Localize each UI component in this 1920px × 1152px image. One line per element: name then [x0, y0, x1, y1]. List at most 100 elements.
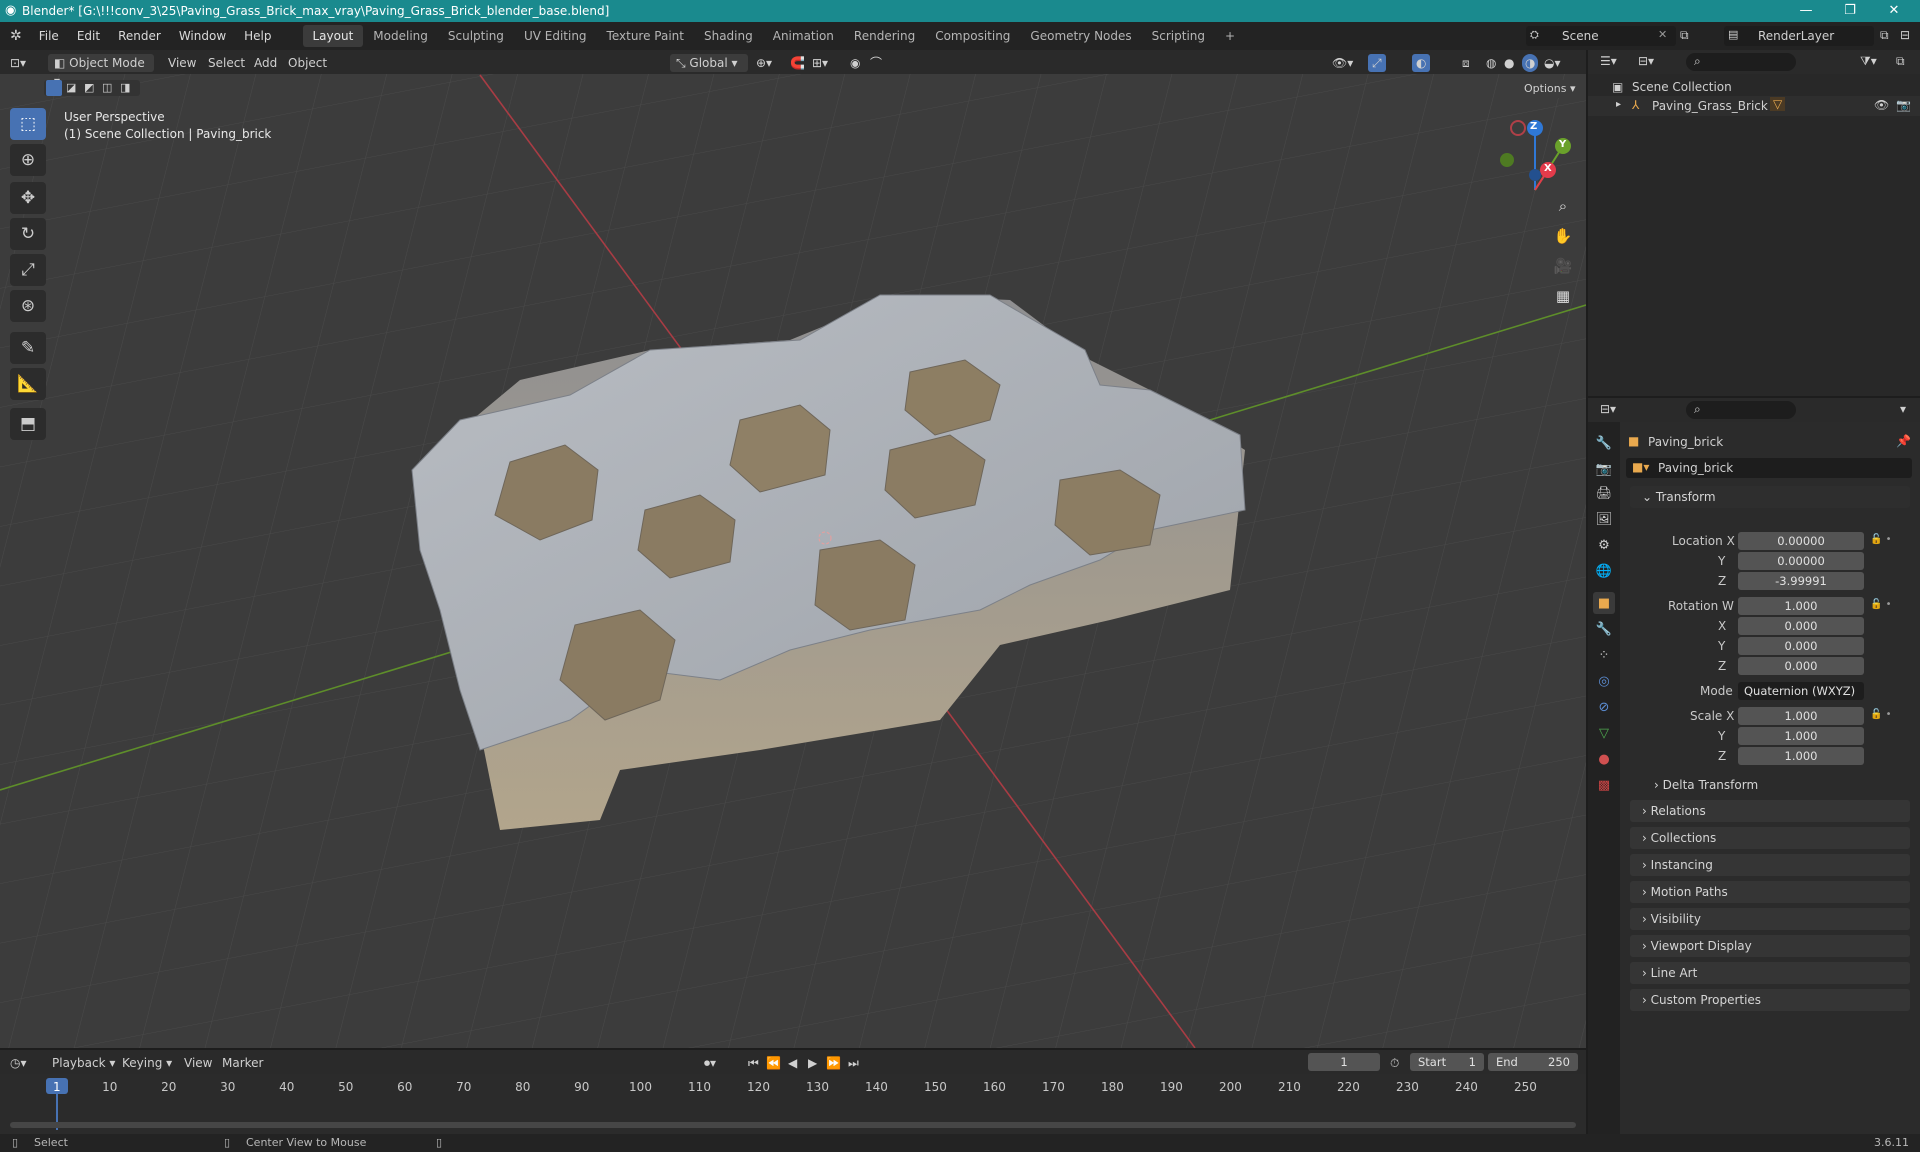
clock-icon[interactable]: ⏱ — [1390, 1054, 1399, 1072]
timeline-editor-icon[interactable]: ◷▾ — [10, 1054, 27, 1072]
modifier-tab-icon[interactable]: 🔧 — [1593, 618, 1615, 640]
tab-geometry-nodes[interactable]: Geometry Nodes — [1020, 25, 1141, 47]
record-icon[interactable]: ⏺▾ — [704, 1054, 716, 1072]
menu-marker[interactable]: Marker — [222, 1054, 263, 1072]
menu-help[interactable]: Help — [235, 29, 280, 43]
menu-playback[interactable]: Playback ▾ — [52, 1054, 115, 1072]
transform-tool[interactable]: ⊛ — [10, 290, 46, 322]
snap-target-icon[interactable]: ⊞▾ — [812, 54, 828, 72]
lock-icon[interactable]: 🔓 • — [1870, 534, 1892, 545]
menu-window[interactable]: Window — [170, 29, 235, 43]
scene-selector[interactable]: ⛭ Scene ✕ — [1526, 26, 1676, 46]
render-layer-selector[interactable]: ▤ RenderLayer — [1724, 26, 1874, 46]
select-invert-icon[interactable]: ◫ — [102, 81, 112, 94]
collections-section[interactable]: › Collections — [1630, 827, 1910, 849]
pivot-icon[interactable]: ⊕▾ — [756, 54, 772, 72]
wireframe-shading-icon[interactable]: ◍ — [1486, 54, 1496, 72]
orientation-selector[interactable]: ⤡ Global ▾ — [670, 54, 748, 72]
tab-scripting[interactable]: Scripting — [1142, 25, 1215, 47]
instancing-section[interactable]: › Instancing — [1630, 854, 1910, 876]
gizmo-toggle-icon[interactable]: ⤢ — [1368, 54, 1386, 72]
scale-tool[interactable]: ⤢ — [10, 254, 46, 286]
data-tab-icon[interactable]: ▽ — [1593, 722, 1615, 744]
object-name-field[interactable]: ■▾ Paving_brick — [1626, 458, 1912, 478]
menu-add[interactable]: Add — [254, 54, 277, 72]
filter-icon[interactable]: ⧩▾ — [1860, 54, 1877, 69]
tool-tab-icon[interactable]: 🔧 — [1593, 432, 1615, 454]
display-mode-icon[interactable]: ⊟▾ — [1638, 54, 1654, 68]
pin-icon[interactable]: 📌 — [1896, 434, 1911, 448]
expand-arrow-icon[interactable]: ▸ — [1616, 99, 1621, 110]
new-layer-icon[interactable]: ⧉ — [1880, 28, 1889, 43]
custom-properties-section[interactable]: › Custom Properties — [1630, 989, 1910, 1011]
location-y-field[interactable]: 0.00000 — [1738, 552, 1864, 570]
select-subtract-icon[interactable]: ◩ — [84, 81, 94, 94]
proportional-edit-icon[interactable]: ◉ — [850, 54, 860, 72]
tab-sculpting[interactable]: Sculpting — [438, 25, 514, 47]
rendered-shading-icon[interactable]: ◒▾ — [1544, 54, 1561, 72]
add-workspace-button[interactable]: + — [1215, 25, 1245, 47]
menu-timeline-view[interactable]: View — [184, 1054, 212, 1072]
start-frame-field[interactable]: Start 1 — [1410, 1053, 1484, 1071]
menu-render[interactable]: Render — [109, 29, 170, 43]
scale-x-field[interactable]: 1.000 — [1738, 707, 1864, 725]
relations-section[interactable]: › Relations — [1630, 800, 1910, 822]
scale-y-field[interactable]: 1.000 — [1738, 727, 1864, 745]
tab-layout[interactable]: Layout — [302, 25, 364, 47]
object-tab-icon[interactable]: ■ — [1593, 592, 1615, 614]
close-button[interactable]: ✕ — [1872, 0, 1916, 22]
measure-tool[interactable]: 📐 — [10, 368, 46, 400]
menu-select[interactable]: Select — [208, 54, 245, 72]
tab-compositing[interactable]: Compositing — [925, 25, 1020, 47]
zoom-icon[interactable]: ⌕ — [1549, 192, 1577, 220]
select-intersect-icon[interactable]: ◨ — [120, 81, 130, 94]
options-button[interactable]: Options ▾ — [1518, 80, 1582, 98]
render-camera-icon[interactable]: 📷 — [1896, 98, 1911, 112]
scale-z-field[interactable]: 1.000 — [1738, 747, 1864, 765]
current-frame-field[interactable]: 1 — [1308, 1053, 1380, 1071]
visibility-icon[interactable]: 👁▾ — [1332, 54, 1353, 72]
pan-hand-icon[interactable]: ✋ — [1549, 222, 1577, 250]
select-new-icon[interactable] — [46, 80, 62, 96]
overlay-toggle-icon[interactable]: ◐ — [1412, 54, 1431, 72]
menu-file[interactable]: File — [30, 29, 68, 43]
output-tab-icon[interactable]: 🖨 — [1593, 482, 1615, 504]
menu-object[interactable]: Object — [288, 54, 327, 72]
gizmo-z-label[interactable]: Z — [1530, 121, 1537, 132]
lock-icon[interactable]: 🔓 • — [1870, 599, 1892, 610]
xray-icon[interactable]: ⧈ — [1462, 54, 1470, 72]
transform-section-header[interactable]: ⌄ Transform — [1630, 486, 1910, 508]
outliner-editor-icon[interactable]: ☰▾ — [1600, 54, 1617, 68]
rotation-z-field[interactable]: 0.000 — [1738, 657, 1864, 675]
location-x-field[interactable]: 0.00000 — [1738, 532, 1864, 550]
tab-uv-editing[interactable]: UV Editing — [514, 25, 597, 47]
3d-viewport[interactable]: Z Y X ⊡▾ ◧ Object Mode ▾ View Select Add… — [0, 50, 1586, 1048]
view-layer-tab-icon[interactable]: 🖼 — [1593, 508, 1615, 530]
material-tab-icon[interactable]: ● — [1593, 748, 1615, 770]
line-art-section[interactable]: › Line Art — [1630, 962, 1910, 984]
grid-projection-icon[interactable]: ▦ — [1549, 282, 1577, 310]
motion-paths-section[interactable]: › Motion Paths — [1630, 881, 1910, 903]
mode-selector[interactable]: ◧ Object Mode ▾ — [48, 54, 154, 88]
outliner-search-input[interactable]: ⌕ — [1686, 53, 1796, 71]
pin-icon[interactable]: ✕ — [1658, 28, 1667, 41]
menu-keying[interactable]: Keying ▾ — [122, 1054, 172, 1072]
texture-tab-icon[interactable]: ▩ — [1593, 774, 1615, 796]
prev-keyframe-icon[interactable]: ⏪ — [766, 1054, 781, 1072]
next-keyframe-icon[interactable]: ⏩ — [826, 1054, 841, 1072]
new-scene-icon[interactable]: ⧉ — [1680, 28, 1689, 43]
world-tab-icon[interactable]: 🌐 — [1593, 560, 1615, 582]
frame-ruler[interactable]: 1 10 20 30 40 50 60 70 80 90 100 110 120 130 140 150 160… — [0, 1074, 1586, 1130]
new-collection-icon[interactable]: ⧉ — [1896, 54, 1905, 69]
properties-dropdown-icon[interactable]: ▾ — [1900, 402, 1906, 416]
annotate-tool[interactable]: ✎ — [10, 332, 46, 364]
blender-menu-icon[interactable]: ✲ — [0, 28, 30, 44]
rotate-tool[interactable]: ↻ — [10, 218, 46, 250]
cursor-tool[interactable]: ⊕ — [10, 144, 46, 176]
camera-icon[interactable]: 🎥 — [1549, 252, 1577, 280]
rotation-mode-dropdown[interactable]: Quaternion (WXYZ) ▾ — [1738, 682, 1864, 716]
minimize-button[interactable]: — — [1784, 0, 1828, 22]
material-shading-icon[interactable]: ◑ — [1522, 54, 1539, 72]
select-extend-icon[interactable]: ◪ — [66, 81, 76, 94]
editor-type-icon[interactable]: ⊡▾ — [10, 54, 26, 72]
